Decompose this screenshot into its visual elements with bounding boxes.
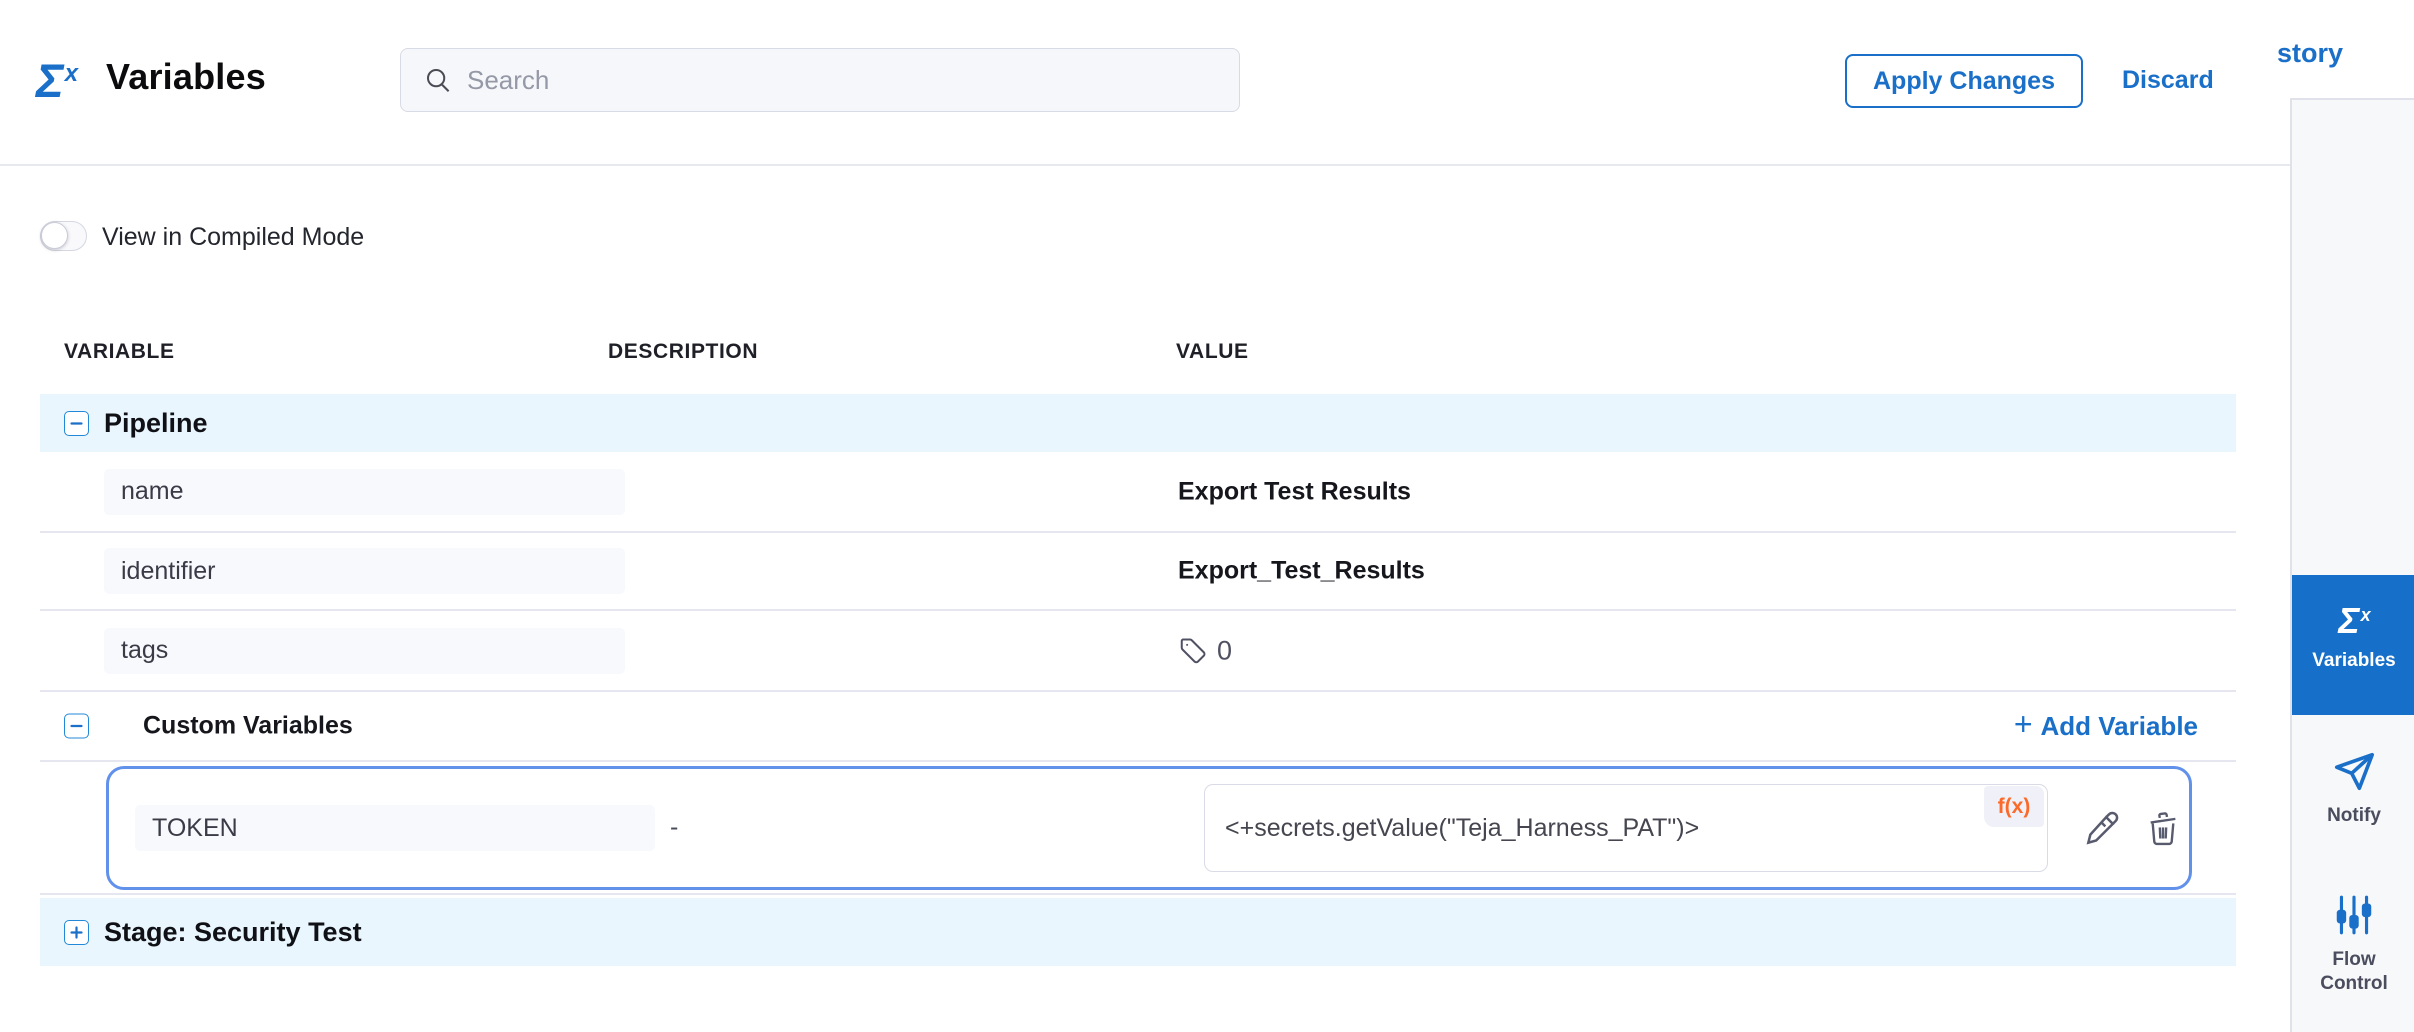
rail-tab-variables[interactable]: Variables [2292,575,2414,715]
token-name-chip: TOKEN [135,805,655,851]
plus-icon: + [2014,708,2033,740]
sliders-icon [2331,892,2377,938]
search-icon [423,65,453,95]
compiled-mode-label: View in Compiled Mode [102,223,364,252]
table-row-identifier: identifier Export_Test_Results [40,533,2236,611]
variable-name-chip: name [104,469,625,515]
table-row-name: name Export Test Results [40,452,2236,533]
variable-name-chip: tags [104,628,625,674]
divider [40,893,2236,895]
delete-trash-icon[interactable] [2144,810,2182,848]
column-header-description: DESCRIPTION [608,340,758,364]
collapse-minus-icon[interactable] [64,411,89,436]
compiled-mode-toggle[interactable] [40,221,87,251]
tags-count: 0 [1217,635,1232,666]
collapse-minus-icon[interactable] [64,714,89,739]
table-row-tags: tags 0 [40,611,2236,692]
tag-icon [1178,636,1208,666]
section-row-stage[interactable]: Stage: Security Test [40,898,2236,966]
apply-changes-button[interactable]: Apply Changes [1845,54,2083,108]
section-label-custom-variables: Custom Variables [143,712,353,741]
right-tab-rail: Variables Notify Flow Control [2290,98,2414,1032]
discard-button[interactable]: Discard [2122,66,2214,95]
token-value-text: <+secrets.getValue("Teja_Harness_PAT")> [1225,814,1699,843]
variable-value: Export_Test_Results [1178,557,1425,586]
search-box [400,48,1240,112]
sigma-fx-icon [2292,601,2414,641]
rail-tab-notify[interactable]: Notify [2292,748,2414,828]
variable-name-chip: identifier [104,548,625,594]
expression-fx-badge[interactable]: f(x) [1984,786,2044,827]
edit-pencil-icon[interactable] [2082,808,2122,848]
variables-panel: Variables Apply Changes Discard story Vi… [0,0,2414,1032]
section-label-pipeline: Pipeline [104,408,208,439]
sigma-fx-icon [36,52,98,110]
paper-plane-icon [2331,748,2377,794]
tags-value: 0 [1178,635,1232,666]
section-label-stage: Stage: Security Test [104,917,362,948]
page-title: Variables [106,56,266,98]
header-divider [0,164,2290,166]
add-variable-button[interactable]: + Add Variable [2014,710,2198,742]
token-value-input[interactable]: <+secrets.getValue("Teja_Harness_PAT")> [1204,784,2048,872]
section-row-pipeline[interactable]: Pipeline [40,394,2236,452]
section-row-custom-variables: Custom Variables + Add Variable [40,692,2236,762]
column-header-variable: VARIABLE [64,340,175,364]
variable-value: Export Test Results [1178,477,1411,506]
expand-plus-icon[interactable] [64,920,89,945]
rail-tab-flow-control[interactable]: Flow Control [2292,892,2414,996]
search-input[interactable] [467,65,1207,96]
toggle-knob[interactable] [41,222,68,249]
column-header-value: VALUE [1176,340,1249,364]
background-history-link-partial[interactable]: story [2277,38,2343,69]
token-description: - [670,813,678,842]
